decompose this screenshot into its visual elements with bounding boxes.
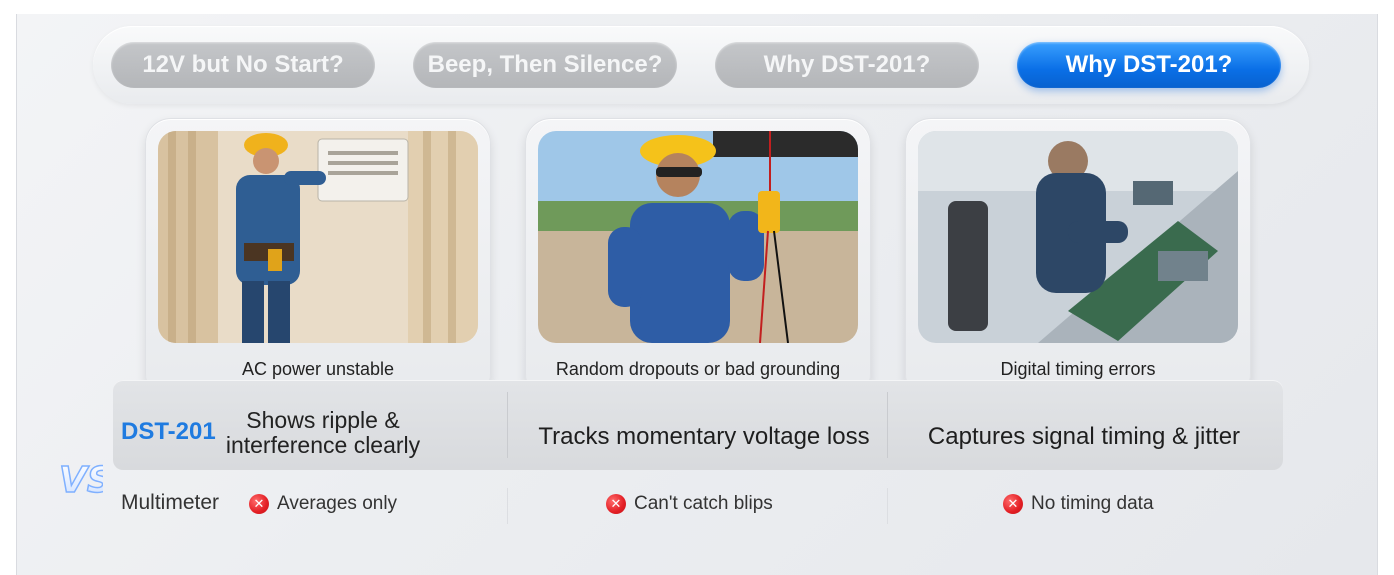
technician-probes-photo [538, 131, 858, 343]
vs-icon: VS [57, 452, 113, 511]
dst201-benefit-timing: Captures signal timing & jitter [927, 423, 1241, 450]
multimeter-limit-text: No timing data [1031, 493, 1154, 514]
multimeter-label: Multimeter [121, 491, 220, 514]
multimeter-limit-timing: ✕ No timing data [1003, 493, 1154, 515]
x-icon: ✕ [249, 494, 269, 514]
card-caption: AC power unstable [241, 359, 395, 379]
x-icon: ✕ [1003, 494, 1023, 514]
divider [507, 392, 508, 458]
multimeter-limit-text: Can't catch blips [634, 493, 773, 514]
dst201-benefit-ripple: Shows ripple & interference clearly [225, 407, 421, 458]
divider [887, 392, 888, 458]
tab-12v-no-start[interactable]: 12V but No Start? [111, 42, 375, 88]
x-icon: ✕ [606, 494, 626, 514]
card-dropouts: Random dropouts or bad grounding [525, 118, 871, 400]
dst201-benefit-voltage-loss: Tracks momentary voltage loss [538, 423, 870, 450]
multimeter-limit-averages: ✕ Averages only [249, 493, 397, 515]
multimeter-limit-text: Averages only [277, 493, 398, 514]
svg-text:VS: VS [59, 460, 103, 501]
technician-ac-photo [158, 131, 478, 343]
tab-why-dst201[interactable]: Why DST-201? [715, 42, 979, 88]
card-caption: Random dropouts or bad grounding [555, 359, 841, 379]
divider [507, 488, 508, 524]
multimeter-limit-blips: ✕ Can't catch blips [606, 493, 773, 515]
card-timing: Digital timing errors [905, 118, 1251, 400]
engineer-bench-photo [918, 131, 1238, 343]
tab-beep-then-silence[interactable]: Beep, Then Silence? [413, 42, 677, 88]
divider [887, 488, 888, 524]
infographic-panel: 12V but No Start? Beep, Then Silence? Wh… [16, 14, 1378, 575]
dst201-label: DST-201 [121, 418, 216, 445]
tab-bar: 12V but No Start? Beep, Then Silence? Wh… [93, 26, 1309, 104]
card-caption: Digital timing errors [1000, 359, 1156, 379]
tab-why-dst201-active[interactable]: Why DST-201? [1017, 42, 1281, 88]
card-ac-power: AC power unstable [145, 118, 491, 400]
